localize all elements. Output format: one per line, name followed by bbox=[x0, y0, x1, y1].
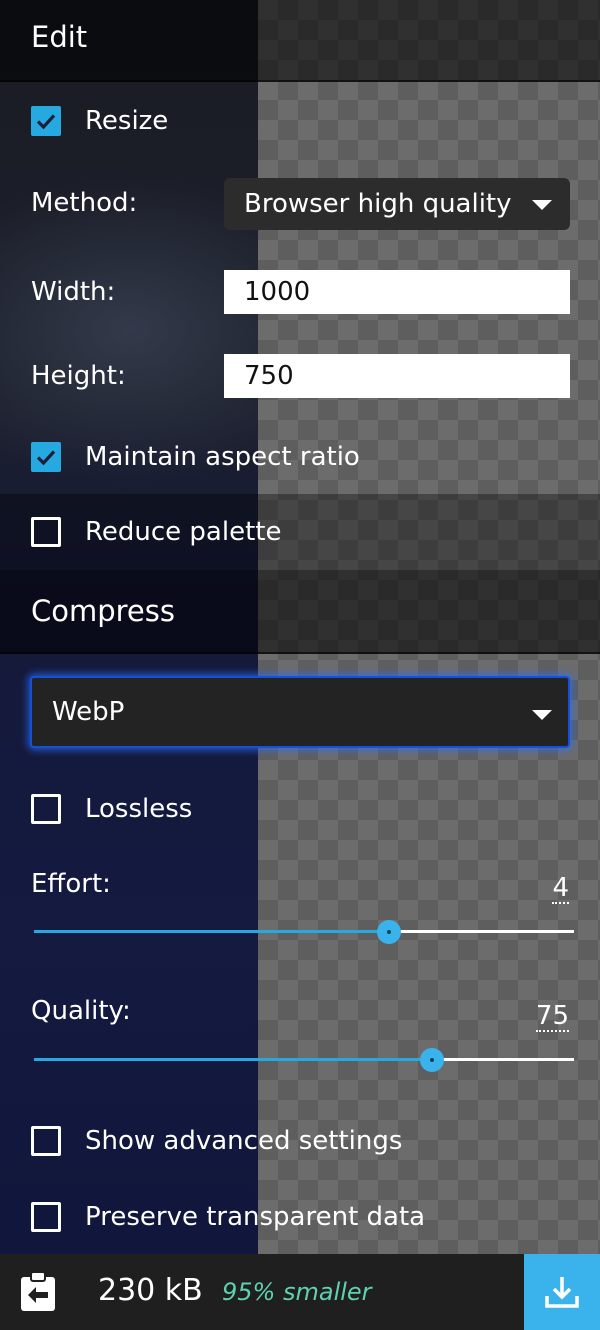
dropdown-arrow-icon bbox=[532, 710, 552, 720]
copy-to-other-side-icon[interactable] bbox=[18, 1271, 58, 1313]
method-value: Browser high quality bbox=[244, 189, 512, 219]
maintain-aspect-checkbox[interactable] bbox=[31, 442, 61, 472]
resize-option[interactable]: Resize bbox=[31, 101, 168, 141]
maintain-aspect-label: Maintain aspect ratio bbox=[85, 442, 360, 472]
reduce-palette-checkbox[interactable] bbox=[31, 517, 61, 547]
reduce-palette-label: Reduce palette bbox=[85, 517, 282, 547]
compress-title: Compress bbox=[31, 594, 175, 628]
method-label: Method: bbox=[31, 188, 138, 218]
quality-label: Quality: bbox=[31, 996, 131, 1026]
advanced-settings-checkbox[interactable] bbox=[31, 1126, 61, 1156]
preserve-transparent-checkbox[interactable] bbox=[31, 1202, 61, 1232]
results-bar: 230 kB 95% smaller bbox=[0, 1254, 600, 1330]
dropdown-arrow-icon bbox=[532, 200, 552, 210]
height-label: Height: bbox=[31, 361, 126, 391]
height-input[interactable]: 750 bbox=[224, 354, 570, 398]
quality-slider-thumb[interactable] bbox=[419, 1048, 444, 1072]
resize-checkbox[interactable] bbox=[31, 106, 61, 136]
download-button[interactable] bbox=[524, 1254, 600, 1330]
lossless-label: Lossless bbox=[85, 794, 193, 824]
checkmark-icon bbox=[36, 114, 56, 130]
effort-slider-thumb[interactable] bbox=[377, 920, 402, 944]
edit-section-header: Edit bbox=[0, 0, 600, 82]
format-value: WebP bbox=[52, 697, 125, 727]
edit-title: Edit bbox=[31, 20, 88, 54]
method-select[interactable]: Browser high quality bbox=[224, 178, 570, 230]
width-label: Width: bbox=[31, 277, 116, 307]
preserve-transparent-label: Preserve transparent data bbox=[85, 1202, 426, 1232]
lossless-option[interactable]: Lossless bbox=[31, 789, 192, 829]
size-reduction-percent: 95% smaller bbox=[222, 1278, 372, 1306]
compressed-size: 230 kB bbox=[98, 1273, 203, 1308]
effort-slider-fill bbox=[34, 930, 390, 933]
resize-label: Resize bbox=[85, 106, 169, 136]
advanced-settings-label: Show advanced settings bbox=[85, 1126, 403, 1156]
width-input[interactable]: 1000 bbox=[224, 270, 570, 314]
lossless-checkbox[interactable] bbox=[31, 794, 61, 824]
preserve-transparent-option[interactable]: Preserve transparent data bbox=[31, 1197, 425, 1237]
advanced-settings-option[interactable]: Show advanced settings bbox=[31, 1121, 402, 1161]
compress-section-header: Compress bbox=[0, 570, 600, 654]
reduce-palette-option[interactable]: Reduce palette bbox=[31, 512, 281, 552]
quality-slider[interactable] bbox=[34, 1048, 574, 1072]
effort-slider[interactable] bbox=[34, 920, 574, 944]
options-panel: Edit Resize Method: Browser high quality… bbox=[0, 0, 600, 1330]
quality-value[interactable]: 75 bbox=[535, 1002, 569, 1032]
effort-value[interactable]: 4 bbox=[552, 874, 569, 904]
checkmark-icon bbox=[36, 450, 56, 466]
download-icon bbox=[545, 1277, 579, 1308]
maintain-aspect-option[interactable]: Maintain aspect ratio bbox=[31, 437, 360, 477]
quality-slider-fill bbox=[34, 1058, 432, 1061]
format-select[interactable]: WebP bbox=[30, 676, 570, 748]
effort-label: Effort: bbox=[31, 869, 111, 899]
